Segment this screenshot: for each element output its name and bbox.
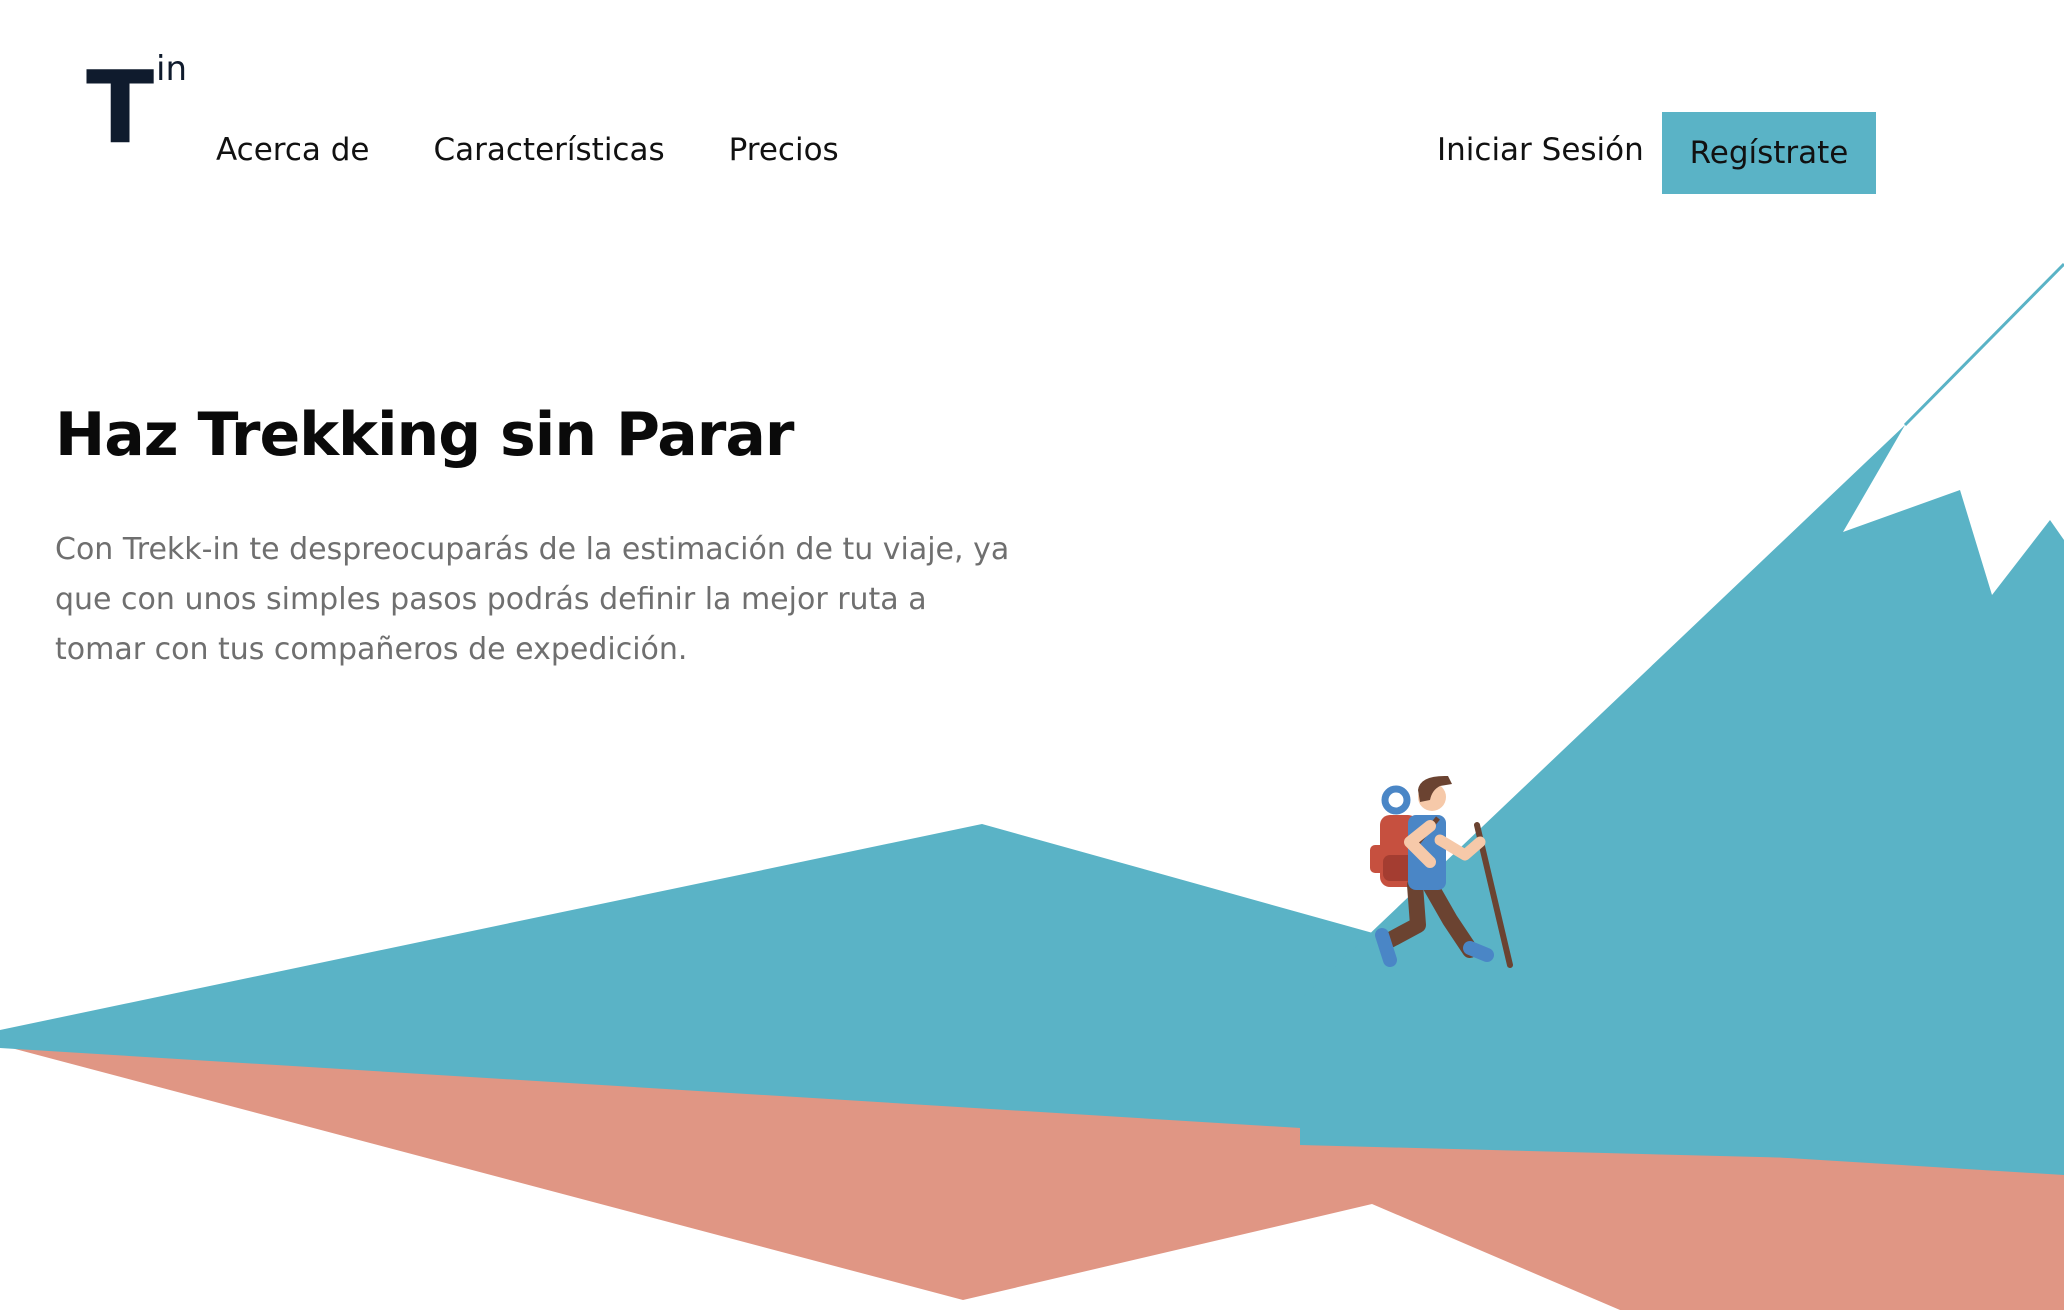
hero-title: Haz Trekking sin Parar bbox=[55, 400, 794, 470]
slope-line bbox=[1903, 262, 2064, 427]
nav-link-features[interactable]: Características bbox=[434, 132, 665, 168]
signup-button[interactable]: Regístrate bbox=[1662, 112, 1876, 194]
teal-peak-shape bbox=[1300, 425, 2064, 1165]
logo-letter: T bbox=[86, 49, 155, 166]
nav-link-pricing[interactable]: Precios bbox=[729, 132, 839, 168]
nav-link-about[interactable]: Acerca de bbox=[216, 132, 370, 168]
logo-superscript: in bbox=[156, 49, 187, 89]
logo[interactable]: T in bbox=[86, 48, 206, 158]
login-link[interactable]: Iniciar Sesión bbox=[1437, 132, 1644, 168]
main-nav: Acerca de Características Precios bbox=[216, 132, 839, 168]
hero-description: Con Trekk-in te despreocuparás de la est… bbox=[55, 532, 1010, 667]
